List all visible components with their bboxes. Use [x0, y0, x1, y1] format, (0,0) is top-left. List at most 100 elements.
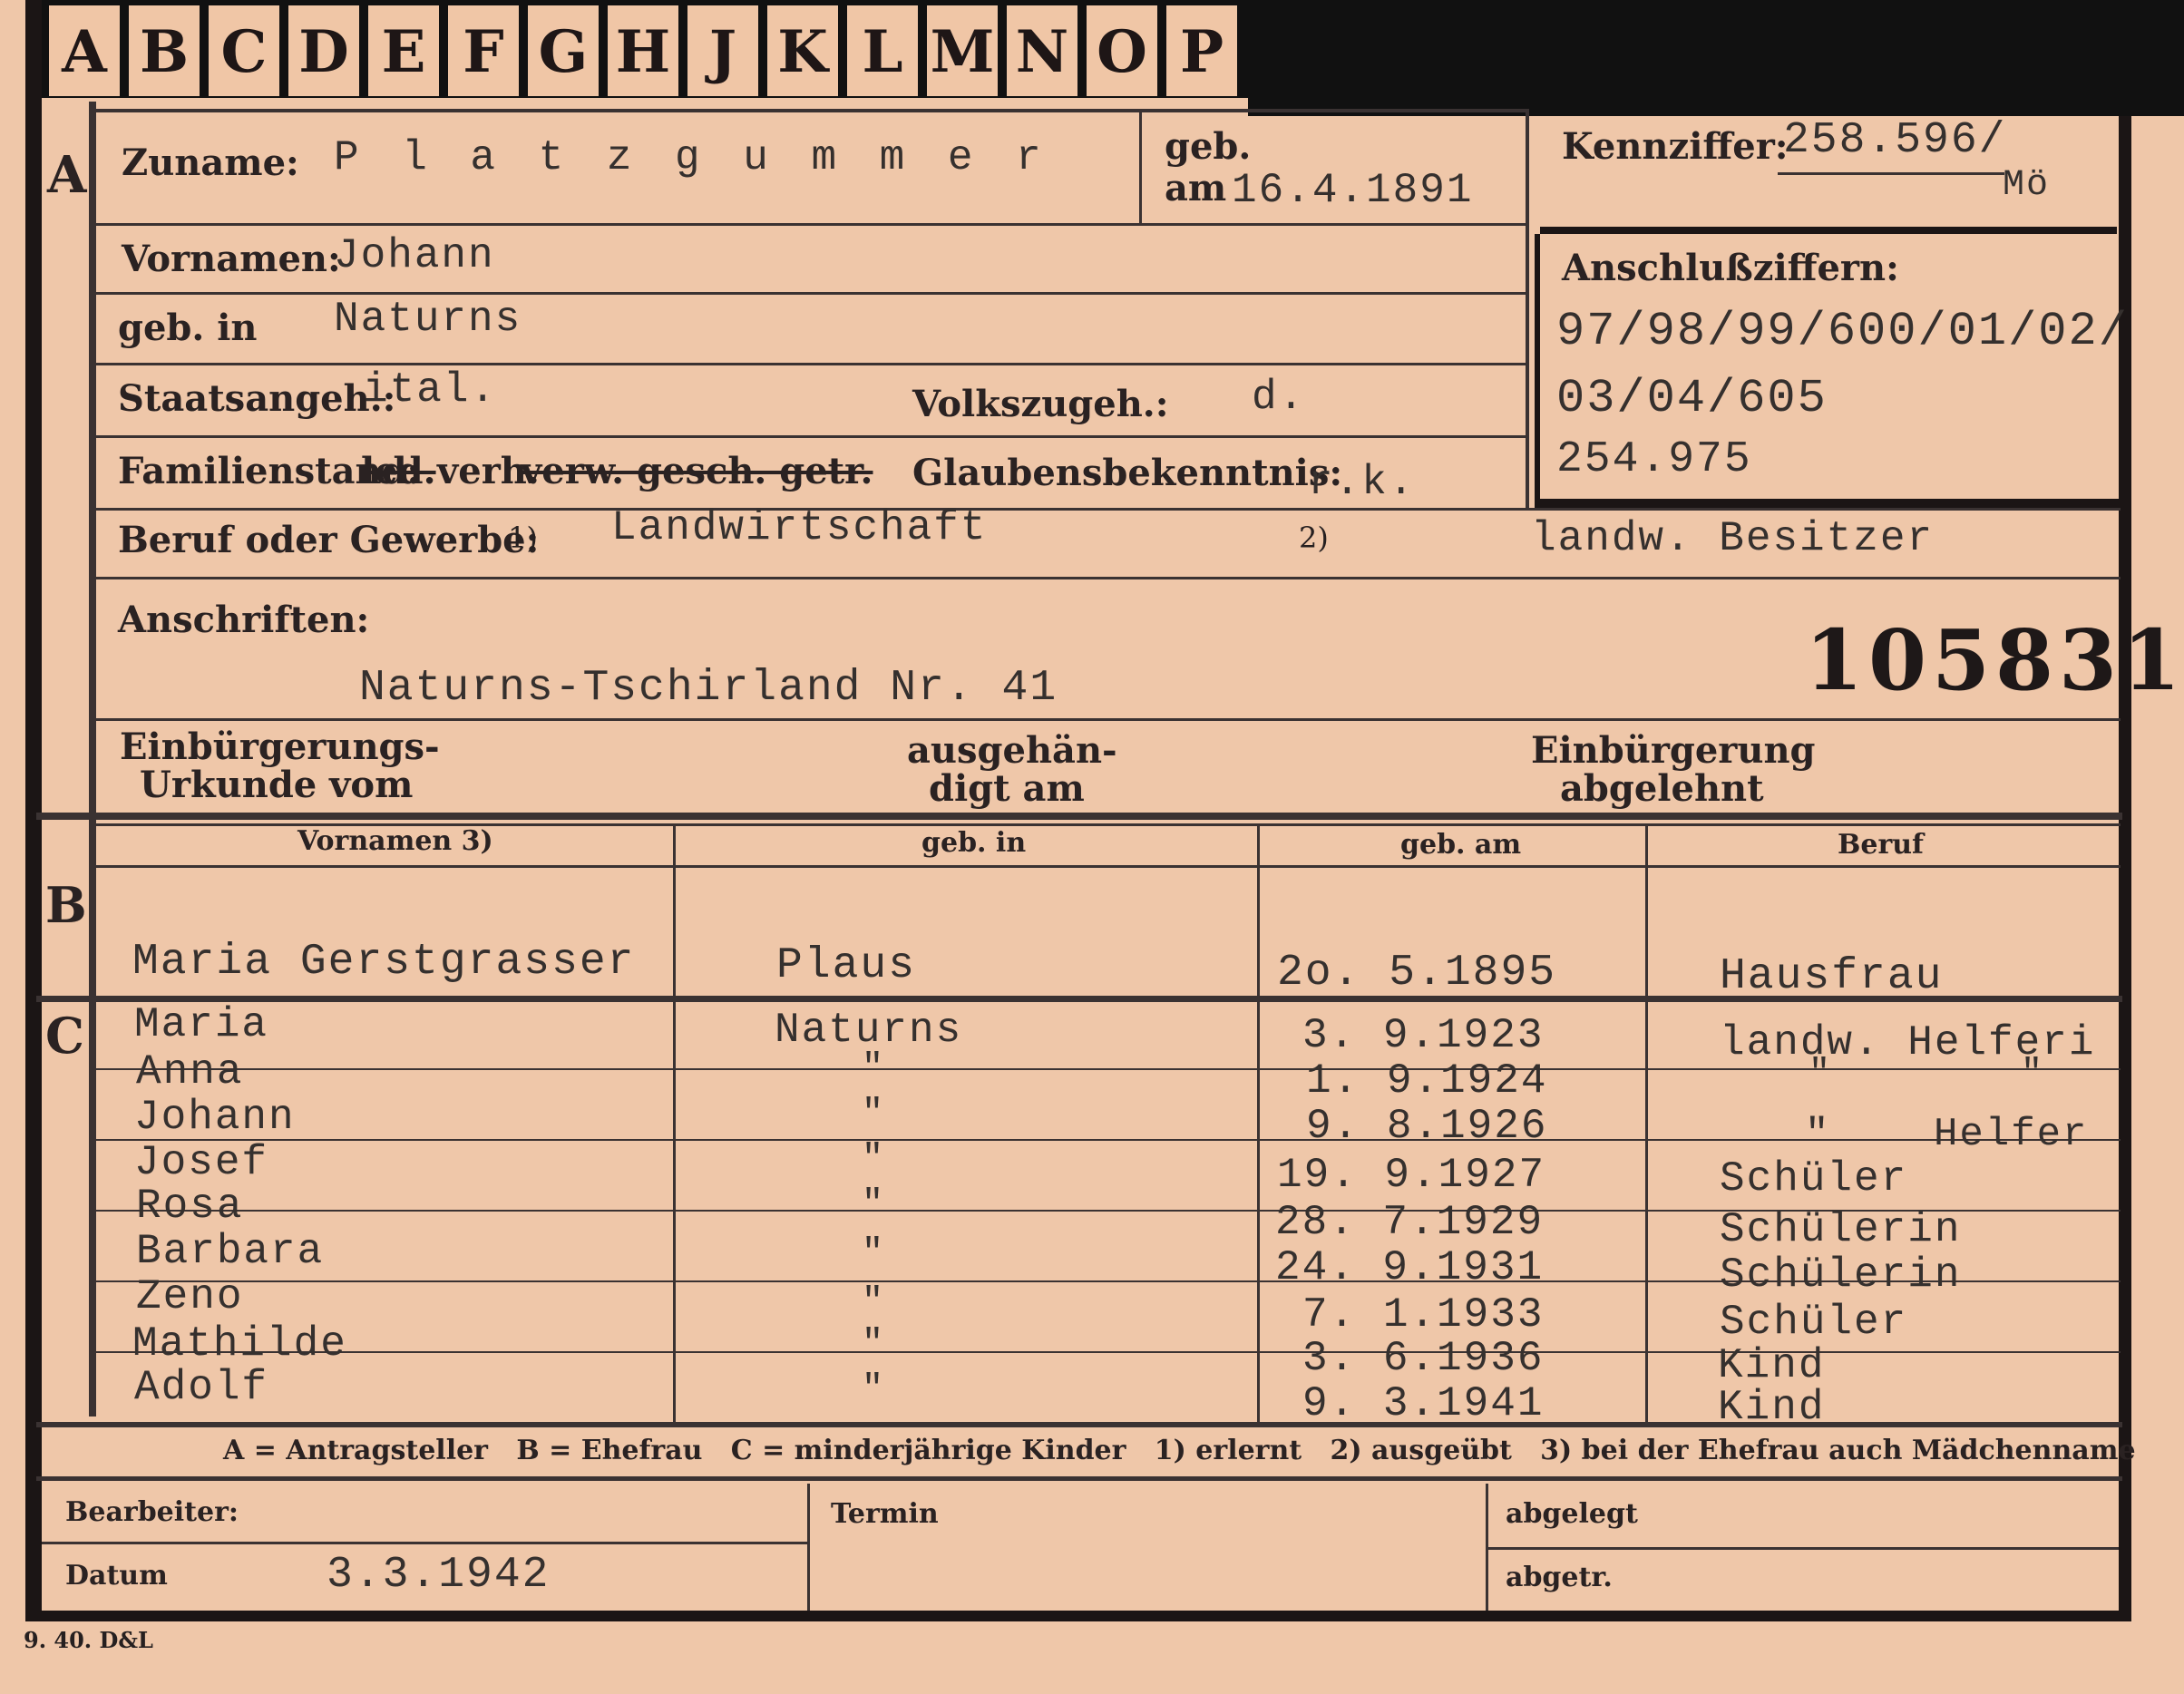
index-tab[interactable]: C [209, 5, 279, 96]
separated-label: abgetr. [1506, 1562, 1613, 1593]
rule [1526, 109, 1529, 508]
rule [96, 718, 2121, 721]
child-birthplace: " [862, 1048, 886, 1089]
index-tab[interactable]: P [1166, 5, 1237, 96]
clerk-label: Bearbeiter: [65, 1496, 239, 1528]
index-tab[interactable]: E [368, 5, 439, 96]
index-tab[interactable]: M [927, 5, 998, 96]
birthplace-label: geb. in [118, 307, 258, 349]
wife-born: 2o. 5.1895 [1277, 949, 1557, 998]
rule [807, 1484, 810, 1611]
index-tab[interactable]: A [49, 5, 120, 96]
naturalization-rejected-label: Einbürgerung [1531, 729, 1816, 772]
index-tab[interactable]: G [528, 5, 599, 96]
index-tab[interactable]: N [1007, 5, 1077, 96]
rule [96, 865, 2121, 868]
child-born: 3. 6.1936 [1302, 1335, 1545, 1382]
child-born: 24. 9.1931 [1275, 1244, 1545, 1291]
occupation-learned: Landwirtschaft [611, 504, 988, 551]
child-birthplace: Naturns [775, 1007, 963, 1054]
rule [96, 508, 2121, 511]
date-label: Datum [65, 1560, 168, 1592]
linked-number-line: 254.975 [1556, 435, 1752, 484]
occupation-marker-learned: 1) [508, 521, 538, 555]
child-name: Josef [134, 1139, 269, 1186]
section-marker-a: A [47, 145, 87, 205]
citizenship-value: ital. [363, 366, 498, 414]
wife-birthplace: Plaus [776, 941, 917, 990]
index-tab[interactable]: H [608, 5, 678, 96]
address-label: Anschriften: [118, 599, 370, 641]
rule [42, 1542, 807, 1544]
rule [1139, 109, 1142, 223]
child-birthplace: " [862, 1324, 886, 1365]
section-marker-c: C [45, 1007, 84, 1065]
reference-label: Kennziffer: [1562, 125, 1789, 168]
reference-underline [1778, 172, 2004, 175]
first-names-label: Vornamen: [122, 238, 341, 280]
column-divider [673, 823, 676, 1422]
column-divider [1257, 823, 1260, 1422]
occupation-label: Beruf oder Gewerbe: [118, 519, 540, 561]
card-border-bottom [25, 1611, 2131, 1621]
index-tab[interactable]: O [1087, 5, 1157, 96]
child-occupation: Schülerin [1720, 1206, 1962, 1253]
index-tab[interactable]: L [847, 5, 918, 96]
first-names-value: Johann [334, 232, 495, 279]
handed-over-label: ausgehän- [907, 729, 1117, 772]
appointment-label: Termin [831, 1498, 939, 1530]
date-value: 3.3.1942 [327, 1551, 551, 1600]
child-name: Maria [134, 1001, 269, 1048]
child-occupation: " Helfer [1805, 1112, 2089, 1157]
child-born: 9. 8.1926 [1306, 1103, 1548, 1150]
index-tab[interactable]: J [687, 5, 758, 96]
section-column-divider [89, 102, 96, 1417]
birthplace-value: Naturns [334, 296, 522, 343]
background-corner [1248, 0, 2184, 116]
child-occupation: " " [1809, 1054, 2045, 1095]
column-header-birthplace: geb. in [921, 827, 1027, 859]
surname-label: Zuname: [122, 141, 299, 184]
child-name: Zeno [136, 1273, 244, 1320]
index-tab[interactable]: K [767, 5, 838, 96]
section-divider [36, 1476, 2122, 1481]
ethnicity-label: Volkszugeh.: [912, 383, 1169, 425]
rule [96, 292, 1529, 295]
child-birthplace: " [862, 1094, 886, 1134]
child-occupation: Schülerin [1720, 1251, 1962, 1299]
child-born: 7. 1.1933 [1302, 1291, 1545, 1339]
child-born: 19. 9.1927 [1277, 1152, 1546, 1199]
index-tab-bar: A B C D E F G H J K L M N O P [33, 0, 1248, 98]
child-born: 9. 3.1941 [1302, 1380, 1545, 1427]
child-name: Anna [136, 1048, 244, 1095]
child-birthplace: " [862, 1184, 886, 1225]
child-occupation: Schüler [1720, 1299, 1908, 1346]
rule [96, 109, 1529, 112]
handed-over-label-2: digt am [929, 767, 1085, 810]
born-on-value: 16.4.1891 [1232, 167, 1474, 214]
index-tab[interactable]: F [448, 5, 519, 96]
print-code: 9. 40. D&L [24, 1627, 153, 1653]
section-marker-b: B [45, 876, 87, 934]
child-name: Johann [134, 1094, 296, 1141]
column-header-first-names: Vornamen 3) [297, 825, 493, 857]
born-on-label-2: am [1165, 167, 1227, 209]
column-header-occupation: Beruf [1838, 829, 1924, 861]
ethnicity-value: d. [1252, 374, 1306, 421]
marital-option-single: led. [361, 450, 436, 492]
surname-value: P l a t z g u m m e r [334, 134, 1050, 181]
naturalization-rejected-label-2: abgelehnt [1560, 767, 1764, 810]
card-border-left [25, 0, 42, 1621]
reference-suffix: Mö [2003, 165, 2051, 206]
section-divider [36, 813, 2122, 820]
wife-occupation: Hausfrau [1720, 952, 1944, 1001]
filed-label: abgelegt [1506, 1498, 1638, 1530]
child-birthplace: " [862, 1282, 886, 1323]
index-tab[interactable]: B [129, 5, 200, 96]
column-divider [1645, 823, 1648, 1422]
rule [96, 223, 1529, 226]
child-birthplace: " [862, 1139, 886, 1180]
index-tab[interactable]: D [288, 5, 359, 96]
rule [1487, 1547, 2119, 1550]
column-header-born: geb. am [1400, 829, 1522, 861]
